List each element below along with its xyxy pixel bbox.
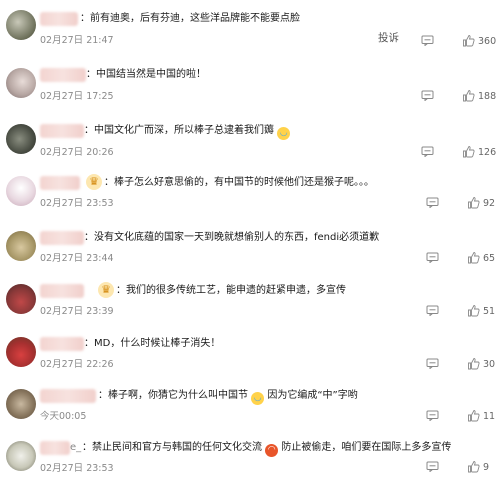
like-count: 126 bbox=[478, 147, 497, 158]
thumbs-up-icon[interactable] bbox=[462, 145, 475, 158]
comment-reply-icon[interactable] bbox=[426, 410, 439, 421]
comment-text: ：中国结当然是中国的啦！ bbox=[86, 69, 206, 80]
comment-time: 02月27日 23:39 bbox=[40, 306, 114, 317]
comment-item: ♛ ：我们的很多传统工艺，能申遗的赶紧申遗，多宣传 02月27日 23:39 5… bbox=[0, 279, 500, 332]
like-count: 9 bbox=[483, 462, 490, 473]
comment-time: 02月27日 17:25 bbox=[40, 91, 114, 102]
avatar[interactable] bbox=[6, 10, 36, 40]
comment-time: 02月27日 22:26 bbox=[40, 359, 114, 370]
like-count: 30 bbox=[483, 359, 496, 370]
comment-text-part2: 因为它编成“中”字哟 bbox=[267, 390, 358, 401]
avatar[interactable] bbox=[6, 441, 36, 471]
like-count: 188 bbox=[478, 91, 497, 102]
comment-reply-icon[interactable] bbox=[421, 146, 434, 157]
comment-reply-icon[interactable] bbox=[421, 90, 434, 101]
comment-item: ：中国结当然是中国的啦！ 02月27日 17:25 188 bbox=[0, 60, 500, 113]
thumbs-up-icon[interactable] bbox=[462, 34, 475, 47]
crown-badge-icon: ♛ bbox=[86, 174, 102, 190]
angry-face-emoji-icon: ◠ bbox=[265, 444, 279, 457]
comment-item: ：前有迪奥，后有芬迪，这些洋品牌能不能要点脸 02月27日 21:47 投诉 3… bbox=[0, 2, 500, 55]
crown-badge-icon: ♛ bbox=[98, 282, 114, 298]
comment-text-part2: 防止被偷走，咱们要在国际上多多宣传 bbox=[281, 442, 452, 453]
username-blurred[interactable] bbox=[40, 441, 70, 455]
comment-time: 02月27日 23:53 bbox=[40, 198, 114, 209]
comment-text: ：没有文化底蕴的国家一天到晚就想偷别人的东西，fendi必须道歉 bbox=[84, 232, 380, 243]
thumbs-up-icon[interactable] bbox=[467, 357, 480, 370]
avatar[interactable] bbox=[6, 284, 36, 314]
username-blurred[interactable] bbox=[40, 176, 80, 190]
username-blurred[interactable] bbox=[40, 284, 84, 298]
comment-time: 02月27日 23:44 bbox=[40, 253, 114, 264]
comment-reply-icon[interactable] bbox=[426, 358, 439, 369]
like-count: 51 bbox=[483, 306, 496, 317]
comment-reply-icon[interactable] bbox=[426, 461, 439, 472]
comment-text-part1: ：棒子啊，你猜它为什么叫中国节 bbox=[98, 390, 248, 401]
like-count: 65 bbox=[483, 253, 496, 264]
comment-item: e_ ：禁止民间和官方与韩国的任何文化交流 ◠ 防止被偷走，咱们要在国际上多多宣… bbox=[0, 436, 500, 489]
comment-time: 02月27日 20:26 bbox=[40, 147, 114, 158]
comment-text: ：中国文化广而深，所以棒子总逮着我们薅 ◡ bbox=[84, 123, 291, 140]
comment-text: ：棒子怎么好意思偷的，有中国节的时候他们还是猴子呢。。。 bbox=[104, 177, 374, 188]
like-count: 360 bbox=[478, 36, 497, 47]
username-blurred[interactable] bbox=[40, 389, 96, 403]
thumbs-up-icon[interactable] bbox=[467, 304, 480, 317]
username-blurred[interactable] bbox=[40, 12, 78, 26]
like-count: 92 bbox=[483, 198, 496, 209]
comment-reply-icon[interactable] bbox=[421, 35, 434, 46]
comment-item: ：中国文化广而深，所以棒子总逮着我们薅 ◡ 02月27日 20:26 126 bbox=[0, 116, 500, 169]
comment-time: 02月27日 21:47 bbox=[40, 35, 114, 46]
username-blurred[interactable] bbox=[40, 68, 86, 82]
avatar[interactable] bbox=[6, 176, 36, 206]
comment-text: ：MD，什么时候让棒子消失！ bbox=[84, 338, 221, 349]
comment-item: ：棒子啊，你猜它为什么叫中国节 ◡ 因为它编成“中”字哟 今天00:05 11 bbox=[0, 384, 500, 437]
laughing-tears-emoji-icon: ◡ bbox=[277, 127, 291, 140]
thumbs-up-icon[interactable] bbox=[462, 89, 475, 102]
comment-username-tail[interactable]: e_ bbox=[70, 440, 81, 456]
like-count: 11 bbox=[483, 411, 496, 422]
comment-text-part1: ：禁止民间和官方与韩国的任何文化交流 bbox=[82, 442, 262, 453]
comment-time: 02月27日 23:53 bbox=[40, 463, 114, 474]
comment-item: ：MD，什么时候让棒子消失！ 02月27日 22:26 30 bbox=[0, 332, 500, 385]
username-blurred[interactable] bbox=[40, 124, 84, 138]
thumbs-up-icon[interactable] bbox=[467, 409, 480, 422]
comment-time: 今天00:05 bbox=[40, 411, 87, 422]
comment-reply-icon[interactable] bbox=[426, 305, 439, 316]
comment-item: ：没有文化底蕴的国家一天到晚就想偷别人的东西，fendi必须道歉 02月27日 … bbox=[0, 226, 500, 279]
report-button[interactable]: 投诉 bbox=[378, 30, 399, 45]
comment-text: ：禁止民间和官方与韩国的任何文化交流 ◠ 防止被偷走，咱们要在国际上多多宣传 bbox=[82, 440, 451, 457]
comment-text: ：前有迪奥，后有芬迪，这些洋品牌能不能要点脸 bbox=[80, 13, 300, 24]
thumbs-up-icon[interactable] bbox=[467, 196, 480, 209]
avatar[interactable] bbox=[6, 231, 36, 261]
username-blurred[interactable] bbox=[40, 231, 84, 245]
comment-item: ♛ ：棒子怎么好意思偷的，有中国节的时候他们还是猴子呢。。。 02月27日 23… bbox=[0, 171, 500, 224]
laughing-tears-emoji-icon: ◡ bbox=[251, 392, 265, 405]
avatar[interactable] bbox=[6, 124, 36, 154]
avatar[interactable] bbox=[6, 337, 36, 367]
username-blurred[interactable] bbox=[40, 337, 84, 351]
thumbs-up-icon[interactable] bbox=[467, 251, 480, 264]
comment-reply-icon[interactable] bbox=[426, 252, 439, 263]
comment-text: ：棒子啊，你猜它为什么叫中国节 ◡ 因为它编成“中”字哟 bbox=[98, 388, 358, 405]
comment-reply-icon[interactable] bbox=[426, 197, 439, 208]
avatar[interactable] bbox=[6, 68, 36, 98]
comment-text-body: ：中国文化广而深，所以棒子总逮着我们薅 bbox=[84, 125, 274, 136]
comment-text: ：我们的很多传统工艺，能申遗的赶紧申遗，多宣传 bbox=[116, 285, 346, 296]
thumbs-up-icon[interactable] bbox=[467, 460, 480, 473]
avatar[interactable] bbox=[6, 389, 36, 419]
